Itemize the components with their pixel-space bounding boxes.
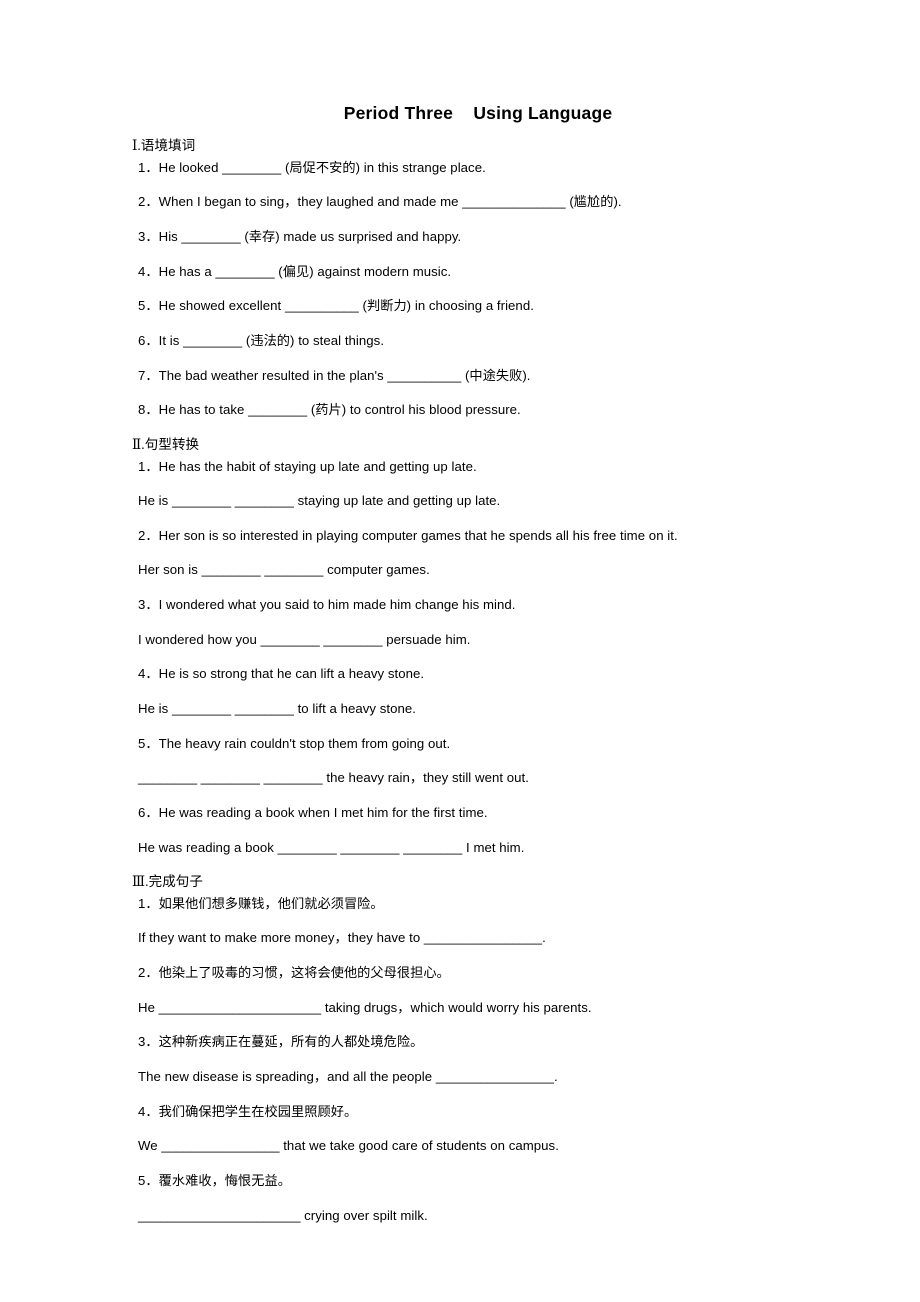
question-item: 1．He has the habit of staying up late an… bbox=[138, 458, 477, 474]
answer-line: He was reading a book ________ ________ … bbox=[138, 839, 525, 855]
section-2-heading: Ⅱ.句型转换 bbox=[132, 436, 200, 452]
question-item: 4．He is so strong that he can lift a hea… bbox=[138, 666, 425, 682]
section-3-heading: Ⅲ.完成句子 bbox=[132, 874, 203, 890]
answer-line: Her son is ________ ________ computer ga… bbox=[138, 562, 430, 578]
answer-line: ________ ________ ________ the heavy rai… bbox=[138, 770, 529, 786]
question-item: 3．His ________ (幸存) made us surprised an… bbox=[138, 229, 462, 245]
question-item: 3．I wondered what you said to him made h… bbox=[138, 597, 516, 613]
question-item: 5．The heavy rain couldn't stop them from… bbox=[138, 735, 451, 751]
answer-line: We ________________ that we take good ca… bbox=[138, 1138, 559, 1154]
section-2: Ⅱ.句型转换 1．He has the habit of staying up … bbox=[132, 435, 790, 857]
question-item: 5．He showed excellent __________ (判断力) i… bbox=[138, 298, 534, 314]
question-item: 4．He has a ________ (偏见) against modern … bbox=[138, 263, 452, 279]
page-title: Period Three Using Language bbox=[343, 103, 613, 123]
question-item: 6．He was reading a book when I met him f… bbox=[138, 804, 488, 820]
question-item: 1．He looked ________ (局促不安的) in this str… bbox=[138, 159, 486, 175]
question-item: 3．这种新疾病正在蔓延，所有的人都处境危险。 bbox=[138, 1034, 424, 1050]
question-item: 2．Her son is so interested in playing co… bbox=[138, 527, 678, 543]
question-item: 6．It is ________ (违法的) to steal things. bbox=[138, 333, 385, 349]
answer-line: If they want to make more money，they hav… bbox=[138, 930, 546, 946]
answer-line: He is ________ ________ staying up late … bbox=[138, 493, 501, 509]
question-item: 7．The bad weather resulted in the plan's… bbox=[138, 367, 531, 383]
section-3: Ⅲ.完成句子 1．如果他们想多赚钱，他们就必须冒险。 If they want … bbox=[132, 872, 790, 1224]
question-item: 8．He has to take ________ (药片) to contro… bbox=[138, 402, 521, 418]
answer-line: He is ________ ________ to lift a heavy … bbox=[138, 700, 416, 716]
answer-line: The new disease is spreading，and all the… bbox=[138, 1068, 558, 1084]
question-item: 4．我们确保把学生在校园里照顾好。 bbox=[138, 1103, 358, 1119]
question-item: 5．覆水难收，悔恨无益。 bbox=[138, 1172, 291, 1188]
question-item: 2．他染上了吸毒的习惯，这将会使他的父母很担心。 bbox=[138, 965, 450, 981]
answer-line: I wondered how you ________ ________ per… bbox=[138, 631, 471, 647]
worksheet-page: Period Three Using Language Ⅰ.语境填词 1．He … bbox=[0, 0, 920, 1302]
section-1-heading: Ⅰ.语境填词 bbox=[132, 138, 196, 154]
answer-line: He ______________________ taking drugs，w… bbox=[138, 999, 592, 1015]
section-1: Ⅰ.语境填词 1．He looked ________ (局促不安的) in t… bbox=[132, 136, 790, 419]
question-item: 1．如果他们想多赚钱，他们就必须冒险。 bbox=[138, 895, 384, 911]
question-item: 2．When I began to sing，they laughed and … bbox=[138, 194, 622, 210]
answer-line: ______________________ crying over spilt… bbox=[138, 1207, 428, 1223]
